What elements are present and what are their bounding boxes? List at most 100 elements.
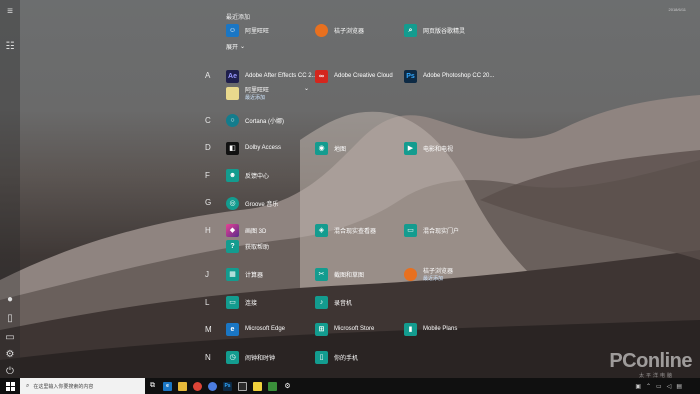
app-after-effects[interactable]: Ae Adobe After Effects CC 2... [226,67,317,85]
watermark-logo: PConline [609,350,692,372]
app-connect[interactable]: ▭ 连接 [226,293,257,311]
app-creative-cloud[interactable]: ∞ Adobe Creative Cloud [315,67,393,85]
connect-icon: ▭ [226,295,239,309]
taskbar-date[interactable]: 2018/6/11 [669,7,687,12]
all-apps-icon[interactable]: ☷ [4,40,16,52]
app-label: 网页版谷歌精灵 [423,28,466,35]
section-letter-l[interactable]: L [205,298,215,307]
app-cortana[interactable]: ○ Cortana (小娜) [226,111,284,129]
section-letter-h[interactable]: H [205,226,215,235]
taskbar-edge-button[interactable]: e [160,378,175,394]
recent-app-aliwangwang[interactable]: ☺ 阿里旺旺 [226,21,269,39]
app-aliwangwang-folder[interactable]: 阿里旺旺 最近添加 [226,84,269,102]
section-letter-d[interactable]: D [205,143,215,152]
power-icon[interactable]: ⏻ [4,365,16,377]
app-label: Microsoft Store [334,326,375,332]
app-label: 混合现实门户 [423,228,460,235]
section-letter-m[interactable]: M [205,325,215,334]
section-letter-a[interactable]: A [205,71,215,80]
show-hidden-icons-icon[interactable]: ⌃ [646,383,651,390]
app-microsoft-store[interactable]: ⊞ Microsoft Store [315,320,374,338]
settings-icon[interactable]: ⚙ [4,348,16,360]
feedback-hub-icon: ☻ [226,168,239,182]
app-dolby-access[interactable]: ◧ Dolby Access [226,139,281,157]
app-label: 录音机 [334,300,353,307]
app-mobile-plans[interactable]: ▮ Mobile Plans [404,320,457,338]
search-icon: ⌕ [26,382,30,389]
app-mixed-reality-viewer[interactable]: ◈ 混合现实查看器 [315,221,376,239]
orange-browser-icon [404,267,417,281]
app-label: 桔子浏览器 [423,269,454,275]
photoshop-icon: Ps [223,381,232,391]
user-avatar-icon[interactable]: ● [4,293,16,305]
app-label: 你的手机 [334,355,359,362]
app-feedback-hub[interactable]: ☻ 反馈中心 [226,166,269,184]
recently-added-tag: 最近添加 [423,276,444,282]
app-maps[interactable]: ◉ 地图 [315,139,346,157]
app-label: 阿里旺旺 [245,28,270,35]
taskbar-chrome-button[interactable] [190,378,205,394]
section-letter-j[interactable]: J [205,270,215,279]
taskbar-settings-button[interactable]: ⚙ [280,378,295,394]
paint-3d-icon: ◆ [226,223,239,237]
task-view-icon: ⧉ [150,382,155,389]
recently-added-header: 最近添加 [226,15,251,21]
app-alarms-clock[interactable]: ◷ 闹钟和时钟 [226,348,275,366]
app-voice-recorder[interactable]: ♪ 录音机 [315,293,352,311]
app-your-phone[interactable]: ▯ 你的手机 [315,348,358,366]
web-assistant-icon: ⌕ [404,23,417,37]
tray-app-icon[interactable]: ▣ [635,383,641,390]
app-photoshop[interactable]: Ps Adobe Photoshop CC 20... [404,67,494,85]
notification-icon[interactable]: ▤ [676,383,682,390]
taskbar-photoshop-button[interactable]: Ps [220,378,235,394]
app-label: 截图和草图 [334,272,365,279]
aliwangwang-icon: ☺ [226,23,239,37]
section-letter-g[interactable]: G [205,198,215,207]
sticky-notes-icon [253,381,262,391]
hamburger-menu-icon[interactable]: ≡ [4,5,16,17]
task-view-button[interactable]: ⧉ [145,378,160,394]
app-label: Microsoft Edge [245,326,286,332]
taskbar-chrome-alt-button[interactable] [205,378,220,394]
app-label: 闹钟和时钟 [245,355,276,362]
app-movies-tv[interactable]: ▶ 电影和电视 [404,139,453,157]
voice-recorder-icon: ♪ [315,295,328,309]
folder-expand-chevron-icon[interactable]: ⌄ [304,85,309,92]
pictures-icon[interactable]: ▭ [4,331,16,343]
calculator-icon: ▦ [226,267,239,281]
creative-cloud-icon: ∞ [315,69,328,83]
app-snip-sketch[interactable]: ✂ 截图和草图 [315,265,364,283]
taskbar-sticky-notes-button[interactable] [250,378,265,394]
search-placeholder: 在这里输入你要搜索的内容 [33,383,94,390]
volume-icon[interactable]: ◁ [667,383,672,390]
network-icon[interactable]: ▭ [656,383,662,390]
orange-browser-icon [315,23,328,37]
section-letter-n[interactable]: N [205,353,215,362]
start-button[interactable] [0,378,20,394]
app-calculator[interactable]: ▦ 计算器 [226,265,263,283]
expand-recent-button[interactable]: 展开 ⌄ [226,42,245,51]
app-label: Adobe Photoshop CC 20... [423,73,495,79]
store-icon: ⊞ [315,322,328,336]
app-get-help[interactable]: ? 获取帮助 [226,237,269,255]
aliwangwang-folder-icon [226,86,239,100]
chrome-alt-icon [208,381,217,391]
taskbar-app-button[interactable] [265,378,280,394]
recent-app-orange-browser[interactable]: 桔子浏览器 [315,21,364,39]
windows-logo-icon [5,381,15,391]
app-label: Dolby Access [245,145,282,151]
taskbar-photos-button[interactable] [235,378,250,394]
app-orange-browser[interactable]: 桔子浏览器 最近添加 [404,265,453,283]
app-label: 阿里旺旺 [245,88,270,94]
taskbar-search-box[interactable]: ⌕ 在这里输入你要搜索的内容 [20,378,145,394]
section-letter-f[interactable]: F [205,171,215,180]
app-label: Cortana (小娜) [245,118,285,125]
taskbar-file-explorer-button[interactable] [175,378,190,394]
recent-app-web-assistant[interactable]: ⌕ 网页版谷歌精灵 [404,21,465,39]
app-mixed-reality-portal[interactable]: ▭ 混合现实门户 [404,221,459,239]
documents-icon[interactable]: ▯ [4,312,16,324]
app-groove-music[interactable]: ◎ Groove 音乐 [226,194,278,212]
app-microsoft-edge[interactable]: e Microsoft Edge [226,320,285,338]
section-letter-c[interactable]: C [205,116,215,125]
mixed-reality-portal-icon: ▭ [404,223,417,237]
